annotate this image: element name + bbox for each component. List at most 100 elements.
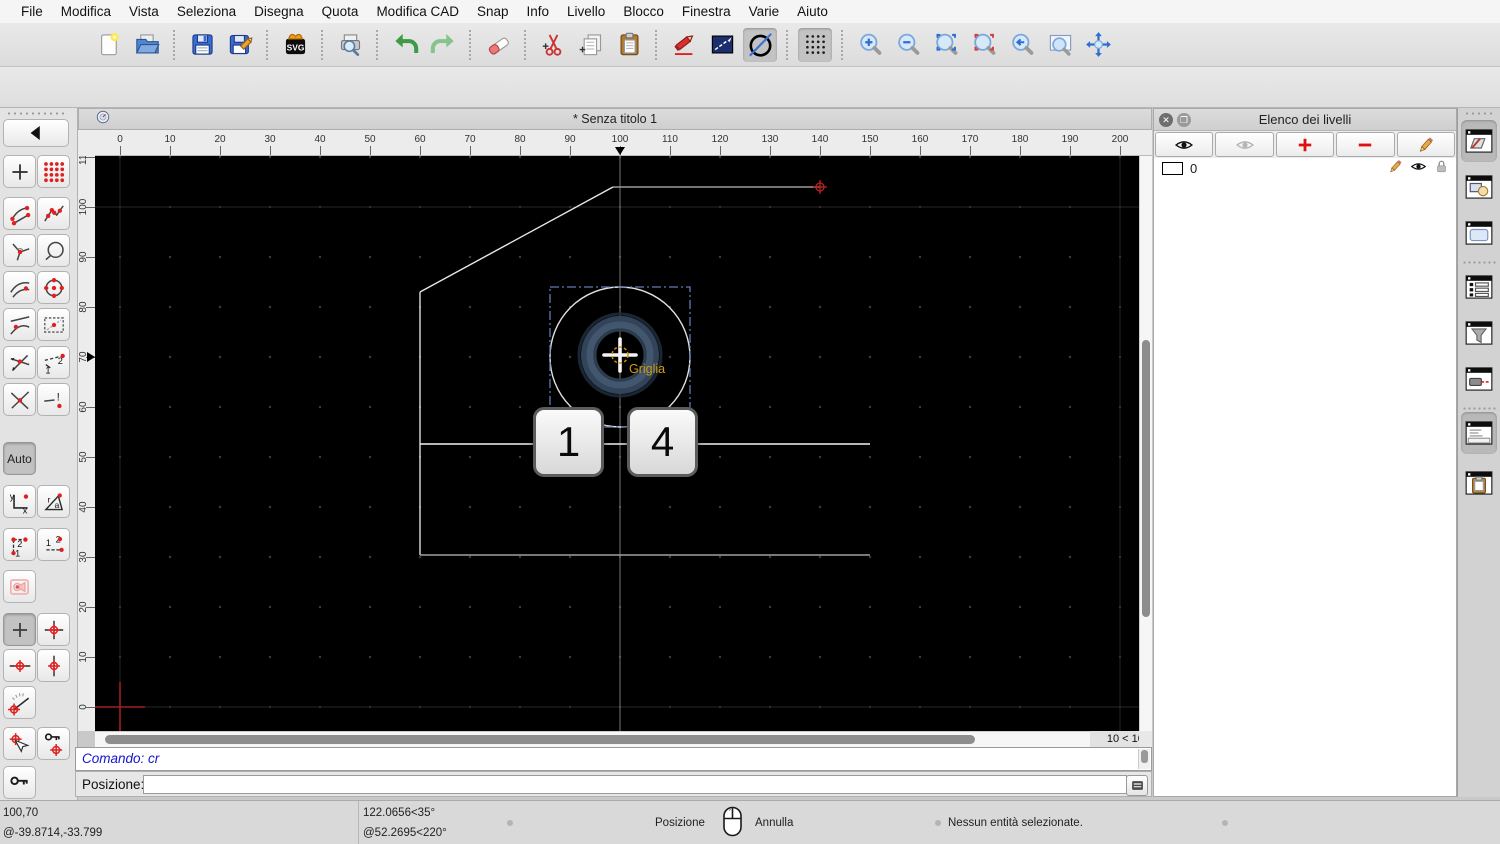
hruler-label: 90 [564,134,576,145]
menu-vista[interactable]: Vista [120,4,168,19]
snap-center-button[interactable] [37,271,70,304]
coord-xy-button[interactable]: yx [3,485,36,518]
mouse-right-hint: Annulla [755,817,794,829]
snap-on-entity-button[interactable] [37,197,70,230]
restrict-vertical-button[interactable] [37,649,70,682]
snap-perpendicular-button[interactable] [3,234,36,267]
menu-varie[interactable]: Varie [740,4,789,19]
menu-disegna[interactable]: Disegna [245,4,313,19]
line-tool-button[interactable] [705,28,739,62]
zoom-in-button[interactable] [853,28,887,62]
canvas-horizontal-scrollbar[interactable] [95,731,1090,747]
zoom-select-button[interactable] [967,28,1001,62]
menu-snap[interactable]: Snap [468,4,518,19]
palette-drag-handle[interactable] [6,112,66,115]
eraser-button[interactable] [481,28,515,62]
plus-red-button[interactable] [1275,132,1335,157]
restrict-nothing-button[interactable] [3,613,36,646]
snap-intersection-manual-button[interactable]: ! [37,383,70,416]
lock-relative-key-button[interactable] [37,727,70,760]
menu-blocco[interactable]: Blocco [614,4,673,19]
layer-row[interactable]: 0 [1154,158,1456,179]
snap-endpoint-button[interactable] [3,197,36,230]
canvas-vertical-scrollbar[interactable] [1139,156,1152,731]
menu-finestra[interactable]: Finestra [673,4,740,19]
redo-green-button[interactable] [426,28,460,62]
zoom-pan-button[interactable] [1081,28,1115,62]
snap-tangent2-button[interactable] [3,308,36,341]
drawing-canvas[interactable]: Griglia 1 4 [95,156,1139,731]
menu-aiuto[interactable]: Aiuto [788,4,837,19]
menu-quota[interactable]: Quota [313,4,368,19]
horizontal-scrollbar-thumb[interactable] [105,735,975,744]
undo-green-button[interactable] [388,28,422,62]
dist-12a-button[interactable]: 21 [3,528,36,561]
zoom-auto-button[interactable] [929,28,963,62]
snap-middle-button[interactable] [37,308,70,341]
svg-export-button[interactable]: SVG [278,28,312,62]
zoom-window-button[interactable] [1043,28,1077,62]
circle-line-tool-button[interactable] [743,27,777,62]
angle-gauge-button[interactable] [3,686,36,719]
pencil-tan-button[interactable] [1396,132,1456,157]
new-file-button[interactable] [92,28,126,62]
menu-modifica[interactable]: Modifica [52,4,120,19]
dock-clipboard-toggle[interactable] [1461,462,1497,504]
back-arrow-button[interactable] [3,119,69,147]
snap-intersect-12-button[interactable]: 12 [37,346,70,379]
draw-pencil-button[interactable] [667,28,701,62]
layer-panel-toolbar [1154,131,1456,158]
menu-modifica-cad[interactable]: Modifica CAD [367,4,468,19]
snap-grid-button[interactable] [37,155,70,188]
drawing-window-titlebar[interactable]: * Senza titolo 1 [78,108,1152,130]
save-as-button[interactable] [223,28,257,62]
dock-layers-toggle[interactable] [1461,120,1497,162]
key-button[interactable] [3,766,36,799]
dist-12b-button[interactable]: 12 [37,528,70,561]
restrict-horizontal-button[interactable] [3,649,36,682]
grid-tool-button[interactable] [798,27,832,62]
layer-panel-titlebar[interactable]: ✕ ❐ Elenco dei livelli [1154,109,1456,131]
dock-list-toggle[interactable] [1461,266,1497,308]
dock-laser-toggle[interactable] [1461,358,1497,400]
cut-button[interactable] [536,28,570,62]
menu-file[interactable]: File [12,4,52,19]
open-folder-button[interactable] [130,28,164,62]
minus-red-button[interactable] [1336,132,1395,157]
zoom-prev-button[interactable] [1005,28,1039,62]
snap-free-button[interactable] [3,155,36,188]
copy-button[interactable] [574,28,608,62]
position-input[interactable] [143,775,1127,794]
coord-polar-button[interactable]: ra [37,485,70,518]
snap-circle-button[interactable] [37,234,70,267]
dock-command-toggle[interactable] [1461,412,1497,454]
save-button[interactable] [185,28,219,62]
dock-filter-toggle[interactable] [1461,312,1497,354]
keyboard-toggle-button[interactable] [1126,775,1148,796]
svg-text:1: 1 [45,365,50,375]
paste-button[interactable] [612,28,646,62]
restrict-pink-button[interactable] [3,570,36,603]
eye-gray-button[interactable] [1215,132,1274,157]
dock-drag-handle[interactable] [1464,112,1494,115]
layer-color-swatch[interactable] [1162,162,1183,175]
button-auto[interactable]: Auto [3,442,36,475]
set-relative-zero-button[interactable] [3,727,36,760]
vertical-scrollbar-thumb[interactable] [1142,340,1150,617]
dock-library-toggle[interactable] [1461,212,1497,254]
snap-intersection-button[interactable] [3,383,36,416]
snap-tangent-button[interactable] [3,271,36,304]
print-preview-button[interactable] [333,28,367,62]
dock-blocks-toggle[interactable] [1461,166,1497,208]
command-history[interactable]: Comando: cr [75,747,1152,771]
command-scrollbar[interactable] [1138,749,1150,769]
menu-info[interactable]: Info [518,4,559,19]
zoom-out-button[interactable] [891,28,925,62]
command-scrollbar-thumb[interactable] [1140,750,1148,763]
menu-seleziona[interactable]: Seleziona [168,4,245,19]
eye-black-button[interactable] [1155,132,1214,157]
snap-intersect-auto-button[interactable] [3,346,36,379]
coordinate-relative: @-39.8714,-33.799 [3,827,103,839]
menu-livello[interactable]: Livello [558,4,614,19]
restrict-orthogonal-button[interactable] [37,613,70,646]
